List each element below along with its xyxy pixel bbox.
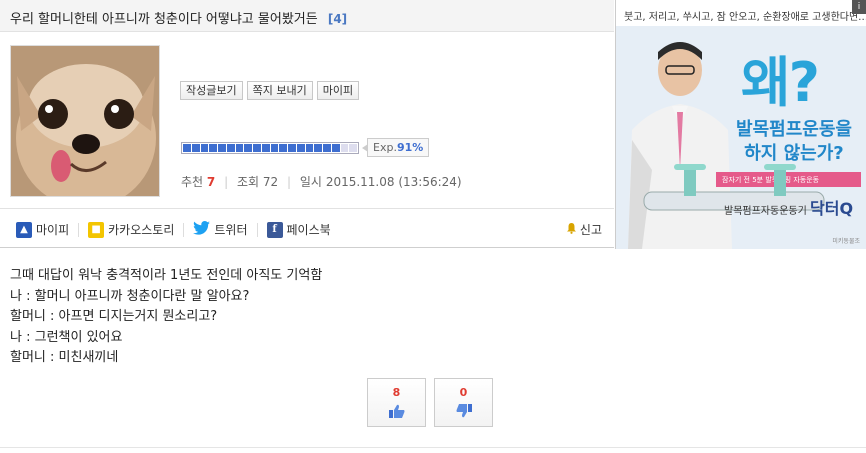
divider <box>183 222 185 237</box>
exp-prefix: Exp. <box>373 141 397 154</box>
share-bar: ▲ 마이피 ■ 카카오스토리 트위터 f 페이스북 신고 <box>0 208 614 248</box>
ad-info-icon[interactable]: i <box>852 0 866 14</box>
post-body: 그때 대답이 워낙 충격적이라 1년도 전인데 아직도 기억함 나 : 할머니 … <box>10 266 322 369</box>
exp-segment <box>331 143 340 152</box>
mypi-button[interactable]: 마이피 <box>316 81 360 100</box>
exp-segment <box>270 143 279 152</box>
share-kakaostory-label: 카카오스토리 <box>108 223 175 237</box>
post-body-line: 나 : 할머니 아프니까 청춘이다란 말 알아요? <box>10 288 250 304</box>
ad-main-line1: 발목펌프운동을 <box>736 119 852 140</box>
post-title-bar: 우리 할머니한테 아프니까 청춘이다 어떻냐고 물어봤거든 [4] <box>0 0 614 32</box>
exp-segment <box>349 143 357 152</box>
upvote-button[interactable]: 8 <box>367 378 426 427</box>
author-profile: 작성글보기 쪽지 보내기 마이피 Exp.91% 추천 7 | 조회 72 | … <box>0 33 614 208</box>
views-value: 72 <box>262 175 279 189</box>
post-title: 우리 할머니한테 아프니까 청춘이다 어떻냐고 물어봤거든 <box>10 12 318 27</box>
bell-icon <box>566 222 577 237</box>
exp-segment <box>218 143 226 152</box>
share-facebook-label: 페이스북 <box>286 223 331 237</box>
avatar <box>10 45 160 197</box>
send-message-button[interactable]: 쪽지 보내기 <box>246 81 313 100</box>
exp-progress-bar <box>181 141 359 154</box>
exp-segment <box>314 143 322 152</box>
ad-brand: 발목펌프자동운동기 닥터Q <box>724 195 853 219</box>
recommend-value: 7 <box>206 175 216 189</box>
downvote-count: 0 <box>459 386 468 399</box>
ad-top-text: 붓고, 저리고, 쑤시고, 잠 안오고, 순환장애로 고생한다면… <box>616 0 866 26</box>
vote-buttons: 8 0 <box>367 378 493 427</box>
divider <box>78 222 80 237</box>
date-label: 일시 <box>299 175 322 189</box>
exp-segment <box>183 143 191 152</box>
ad-small-text: 미키동물조 <box>832 238 860 245</box>
exp-segment <box>340 143 349 152</box>
view-posts-button[interactable]: 작성글보기 <box>180 81 243 100</box>
exp-segment <box>209 143 217 152</box>
exp-segment <box>226 143 235 152</box>
recommend-label: 추천 <box>181 175 204 189</box>
thumbs-up-icon <box>388 404 405 421</box>
ad-brand-prefix: 발목펌프자동운동기 <box>724 206 807 217</box>
divider <box>256 222 258 237</box>
post-body-line: 그때 대답이 워낙 충격적이라 1년도 전인데 아직도 기억함 <box>10 268 323 283</box>
exp-segment <box>296 143 305 152</box>
date-value: 2015.11.08 (13:56:24) <box>325 175 462 189</box>
share-kakaostory[interactable]: ■ 카카오스토리 <box>88 221 174 238</box>
ad-headline: 왜? <box>741 51 820 114</box>
exp-segment <box>191 143 200 152</box>
comment-count[interactable]: [4] <box>328 12 347 26</box>
report-button[interactable]: 신고 <box>566 221 602 238</box>
exp-segment <box>244 143 252 152</box>
divider <box>0 447 866 448</box>
exp-segment <box>288 143 296 152</box>
advertisement-banner[interactable]: 붓고, 저리고, 쑤시고, 잠 안오고, 순환장애로 고생한다면… i 왜? 발… <box>615 0 866 249</box>
post-body-line: 나 : 그런책이 있어요 <box>10 329 123 345</box>
post-body-line: 할머니 : 아프면 디지는거지 뭔소리고? <box>10 309 218 324</box>
share-mypi[interactable]: ▲ 마이피 <box>16 221 69 238</box>
divider: | <box>287 175 292 189</box>
divider: | <box>224 175 229 189</box>
thumbs-down-icon <box>456 404 472 421</box>
exp-segment <box>305 143 314 152</box>
exp-label: Exp.91% <box>361 138 430 157</box>
exp-segment <box>235 143 244 152</box>
exp-segment <box>261 143 270 152</box>
kakaostory-icon: ■ <box>88 221 105 238</box>
exp-segment <box>279 143 287 152</box>
views-label: 조회 <box>236 175 260 189</box>
report-label: 신고 <box>579 223 602 237</box>
profile-button-row: 작성글보기 쪽지 보내기 마이피 <box>180 81 360 100</box>
facebook-icon: f <box>266 221 283 238</box>
twitter-icon <box>193 221 211 238</box>
exp-value: 91% <box>396 141 424 154</box>
post-stats: 추천 7 | 조회 72 | 일시 2015.11.08 (13:56:24) <box>181 173 462 190</box>
exp-indicator: Exp.91% <box>181 138 430 157</box>
share-mypi-label: 마이피 <box>36 223 70 237</box>
share-facebook[interactable]: f 페이스북 <box>266 221 331 238</box>
share-twitter[interactable]: 트위터 <box>193 221 248 238</box>
exp-segment <box>200 143 209 152</box>
mypi-icon: ▲ <box>16 221 32 238</box>
share-twitter-label: 트위터 <box>214 223 248 237</box>
exp-segment <box>323 143 331 152</box>
downvote-button[interactable]: 0 <box>434 378 493 427</box>
ad-brand-name: 닥터Q <box>810 199 854 218</box>
exp-segment <box>253 143 261 152</box>
post-body-line: 할머니 : 미친새끼네 <box>10 350 119 365</box>
upvote-count: 8 <box>392 386 401 399</box>
